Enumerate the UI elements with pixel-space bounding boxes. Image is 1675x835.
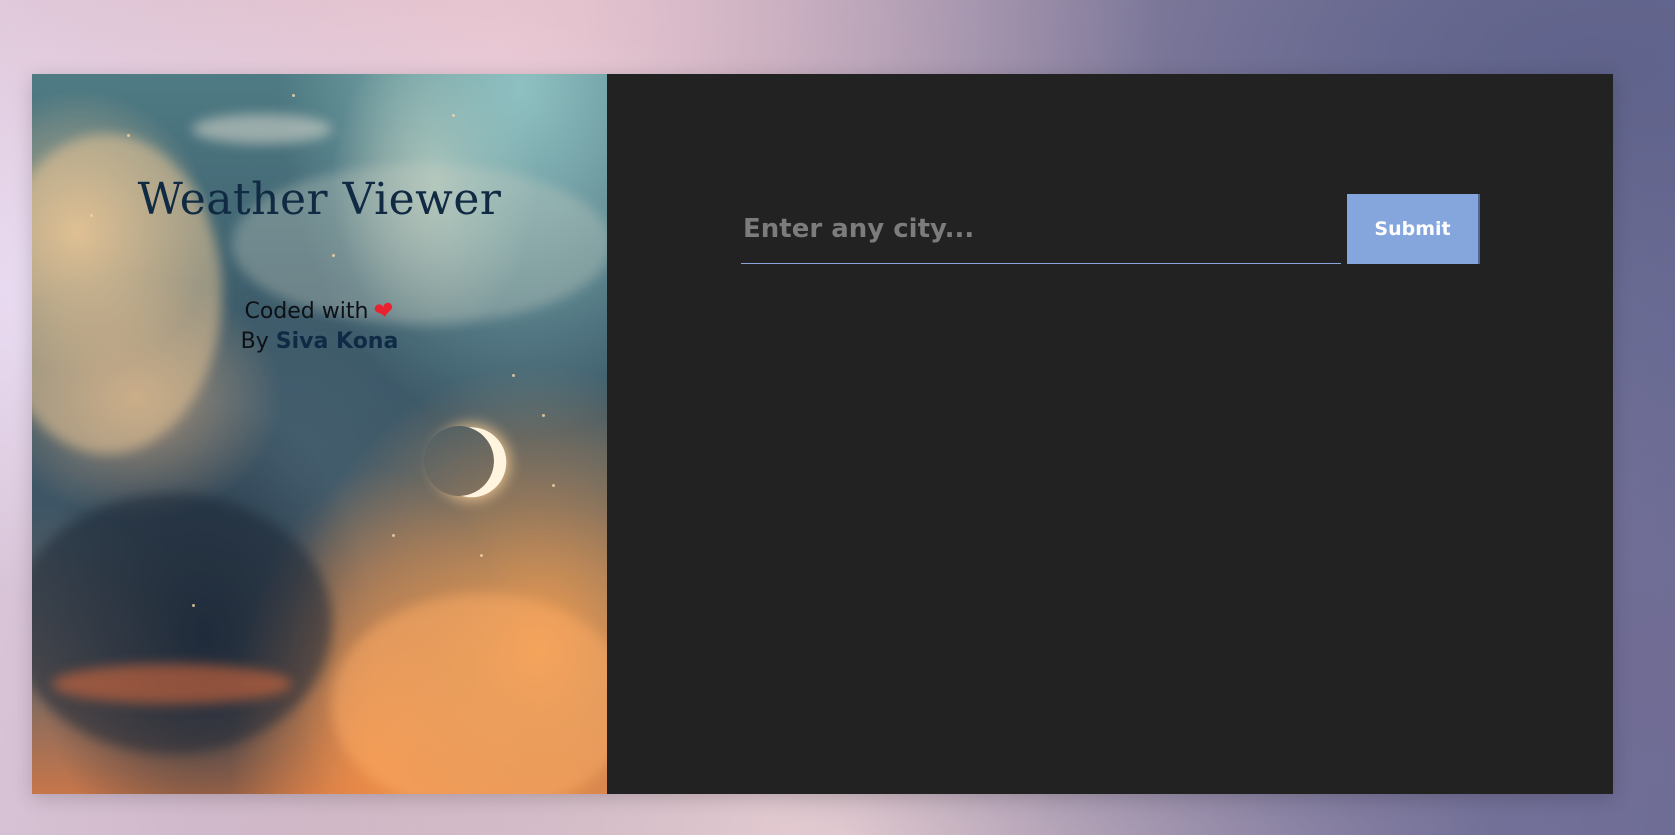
cloud-decoration [32,494,332,754]
author-line: By Siva Kona [32,327,607,357]
content-panel: Submit [607,74,1613,794]
credit-line: Coded with ❤ [32,295,607,327]
hero-panel: Weather Viewer Coded with ❤ By Siva Kona [32,74,607,794]
weather-app-card: Weather Viewer Coded with ❤ By Siva Kona … [32,74,1613,794]
by-label: By [240,329,269,354]
star-decoration [392,534,395,537]
star-decoration [542,414,545,417]
city-search-input[interactable] [741,194,1341,264]
star-decoration [192,604,195,607]
star-decoration [292,94,295,97]
star-decoration [332,254,335,257]
search-form: Submit [741,194,1478,264]
cloud-decoration [52,664,292,704]
app-title: Weather Viewer [137,174,502,225]
heart-icon: ❤ [372,295,397,327]
credit-text: Coded with [244,299,369,324]
submit-button[interactable]: Submit [1347,194,1478,264]
star-decoration [480,554,483,557]
crescent-moon-icon [419,421,498,500]
cloud-decoration [192,114,332,144]
star-decoration [127,134,130,137]
cloud-decoration [332,594,607,794]
author-link[interactable]: Siva Kona [276,329,399,354]
credit-block: Coded with ❤ By Siva Kona [32,295,607,357]
star-decoration [512,374,515,377]
star-decoration [452,114,455,117]
star-decoration [552,484,555,487]
